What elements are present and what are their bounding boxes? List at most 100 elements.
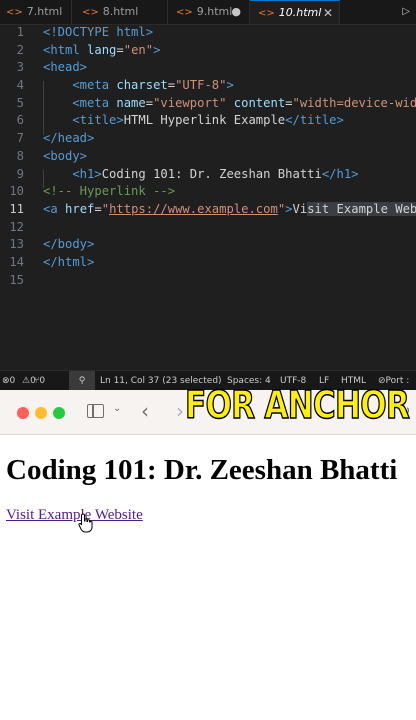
html-file-icon: <> <box>82 7 99 18</box>
page-heading: Coding 101: Dr. Zeeshan Bhatti <box>6 454 398 486</box>
code-token: </head> <box>43 131 95 146</box>
code-area[interactable]: 1 <!DOCTYPE html> 2 <html lang="en"> 3 <head>… <box>0 24 416 289</box>
code-text: <meta name="viewport" content="width=dev… <box>43 95 416 113</box>
code-line[interactable]: 3 <head> <box>0 59 416 77</box>
browser-window: ⌄ ‹ › ↻ Coding 101: Dr. Zeeshan Bhatti V… <box>0 390 416 720</box>
code-token: lang <box>79 42 117 57</box>
code-token: sit Example Websi <box>307 201 416 216</box>
code-token: <a <box>43 201 58 216</box>
code-token: <h1> <box>43 166 102 181</box>
code-token: name <box>109 95 146 110</box>
code-token: = <box>116 42 124 57</box>
minimize-window-button[interactable] <box>35 407 47 419</box>
line-number: 11 <box>9 201 24 216</box>
warnings-indicator[interactable]: ⚠ 0 <box>22 371 36 391</box>
code-token: charset <box>109 78 168 93</box>
code-token: </html> <box>43 254 95 269</box>
code-token: <meta <box>43 95 110 110</box>
code-line[interactable]: 6 <title>HTML Hyperlink Example</title> <box>0 112 416 130</box>
code-line[interactable]: 12 <box>0 219 416 237</box>
code-text: </html> <box>43 254 94 272</box>
code-token: <body> <box>43 148 88 163</box>
line-number: 14 <box>9 254 24 269</box>
code-text: <!DOCTYPE html> <box>43 24 153 42</box>
html-file-icon: <> <box>6 7 23 18</box>
code-line[interactable]: 4 <meta charset="UTF-8"> <box>0 77 416 95</box>
code-token: = <box>167 78 176 93</box>
line-number: 6 <box>16 113 24 128</box>
code-text: <title>HTML Hyperlink Example</title> <box>43 112 344 130</box>
code-text: <a href="https://www.example.com">Visit … <box>43 201 416 219</box>
line-number: 15 <box>9 272 24 287</box>
code-text: <meta charset="UTF-8"> <box>43 77 234 95</box>
code-token: Vi <box>292 201 308 216</box>
code-line[interactable]: 2 <html lang="en"> <box>0 42 416 60</box>
tab-7-html[interactable]: <> 7.html <box>0 0 72 24</box>
code-token: > <box>226 78 234 93</box>
code-token: </h1> <box>321 166 359 181</box>
code-text: <head> <box>43 59 87 77</box>
code-token: <!DOCTYPE html> <box>43 25 154 39</box>
code-line[interactable]: 7 </head> <box>0 130 416 148</box>
code-token: <!-- Hyperlink --> <box>43 184 176 199</box>
sidebar-toggle-icon[interactable] <box>87 404 104 418</box>
line-number: 4 <box>16 78 24 93</box>
html-file-icon: <> <box>258 8 275 19</box>
code-line[interactable]: 14 </html> <box>0 254 416 272</box>
back-button[interactable]: ‹ <box>141 399 149 423</box>
run-icon[interactable]: ▷ <box>402 0 410 24</box>
code-token: "en" <box>123 42 154 57</box>
code-line[interactable]: 10 <!-- Hyperlink --> <box>0 183 416 201</box>
line-number: 3 <box>16 60 24 75</box>
forward-button[interactable]: › <box>176 399 184 423</box>
code-token: href <box>57 201 95 216</box>
code-line[interactable]: 13 </body> <box>0 236 416 254</box>
code-line[interactable]: 8 <body> <box>0 148 416 166</box>
chevron-down-icon[interactable]: ⌄ <box>113 403 121 414</box>
code-token: <title> <box>43 113 124 128</box>
code-token: HTML Hyperlink Example <box>123 113 286 128</box>
line-number: 1 <box>16 25 24 39</box>
code-line[interactable]: 15 <box>0 272 416 290</box>
line-number: 9 <box>16 166 24 181</box>
code-token: Coding 101: Dr. Zeeshan Bhatti <box>101 166 322 181</box>
code-token: <meta <box>43 78 110 93</box>
webpage-content: Coding 101: Dr. Zeeshan Bhatti Visit Exa… <box>6 454 398 523</box>
code-line[interactable]: 9 <h1>Coding 101: Dr. Zeeshan Bhatti</h1… <box>0 166 416 184</box>
hand-pointer-icon <box>78 513 93 533</box>
tab-8-html[interactable]: <> 8.html <box>72 0 168 24</box>
zoom-search-icon[interactable]: ⚲ <box>69 371 95 391</box>
zoom-window-button[interactable] <box>53 407 65 419</box>
close-window-button[interactable] <box>17 407 29 419</box>
tab-10-html[interactable]: <> 10.html ✕ <box>250 0 340 24</box>
code-editor[interactable]: <> 7.html <> 8.html <> 9.html ● <> 10.html ✕ ▷… <box>0 0 416 370</box>
code-token: " <box>101 201 110 216</box>
code-text: <!-- Hyperlink --> <box>43 183 175 201</box>
editor-tab-bar: <> 7.html <> 8.html <> 9.html ● <> 10.html ✕ ▷ <box>0 0 416 25</box>
line-number: 8 <box>16 148 24 163</box>
code-token: html <box>50 42 80 57</box>
ports-indicator[interactable]: ⑂ 0 <box>34 371 45 391</box>
code-line[interactable]: 5 <meta name="viewport" content="width=d… <box>0 95 416 113</box>
code-line[interactable]: 1 <!DOCTYPE html> <box>0 24 416 42</box>
errors-indicator[interactable]: ⊗ 0 <box>2 371 15 391</box>
code-token: </body> <box>43 237 95 252</box>
code-text: </body> <box>43 236 94 254</box>
html-file-icon: <> <box>176 7 193 18</box>
code-text: <h1>Coding 101: Dr. Zeeshan Bhatti</h1> <box>43 166 359 184</box>
code-line[interactable]: 11 <a href="https://www.example.com">Visi… <box>0 201 416 219</box>
close-tab-icon[interactable]: ✕ <box>323 1 333 25</box>
code-token: = <box>145 95 154 110</box>
code-token: "UTF-8" <box>175 78 227 93</box>
line-number: 7 <box>16 131 24 146</box>
video-caption: FOR ANCHOR <box>184 382 410 428</box>
tab-9-html[interactable]: <> 9.html ● <box>168 0 250 24</box>
example-website-link[interactable]: Visit Example Website <box>6 507 143 524</box>
line-number: 2 <box>16 42 24 57</box>
code-token: "width=device-width <box>292 95 416 110</box>
code-text: </head> <box>43 130 94 148</box>
code-text: <html lang="en"> <box>43 42 160 60</box>
code-token: <head> <box>43 60 88 75</box>
code-text: <body> <box>43 148 87 166</box>
line-number: 12 <box>9 219 24 234</box>
